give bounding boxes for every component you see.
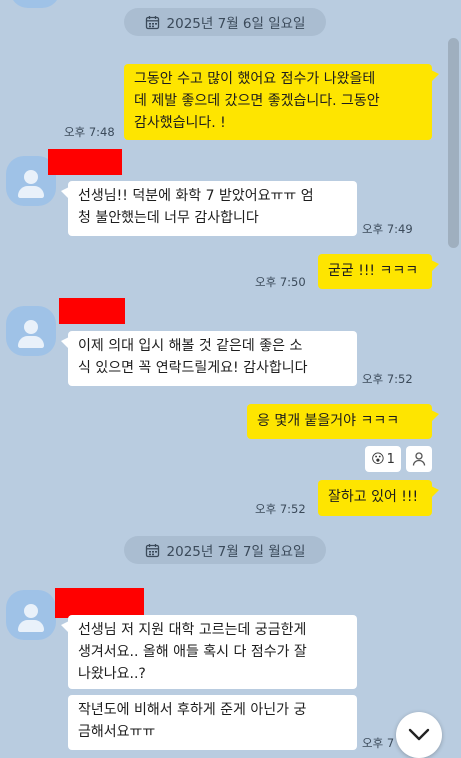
message-time: 오후 7:52 (255, 502, 306, 516)
message-bubble-sent[interactable]: 굳굳 !!! ㅋㅋㅋ (318, 254, 439, 289)
message-bubble-received[interactable]: 이제 의대 입시 해볼 것 같은데 좋은 소 식 있으면 꼭 연락드릴게요! 감… (61, 331, 357, 386)
add-reaction-button[interactable] (406, 446, 432, 472)
message-time: 오후 7:48 (64, 125, 115, 139)
calendar-icon (145, 543, 159, 557)
surprised-emoji-icon: 😮 (371, 451, 385, 467)
date-label: 2025년 7월 7일 월요일 (166, 544, 306, 560)
reaction-badge[interactable]: 😮 1 (365, 446, 401, 472)
date-label: 2025년 7월 6일 일요일 (166, 16, 306, 32)
message-time: 오후 7:52 (362, 372, 413, 386)
avatar[interactable] (6, 590, 56, 640)
avatar[interactable] (6, 306, 56, 356)
chevron-down-icon (408, 728, 430, 741)
message-bubble-received[interactable]: 선생님 저 지원 대학 고르는데 궁금한게 생겨서요.. 올해 애들 혹시 다 … (61, 615, 357, 689)
date-divider: 2025년 7월 7일 월요일 (124, 536, 326, 564)
calendar-icon (145, 15, 159, 29)
sender-name-redacted (55, 588, 144, 618)
message-bubble-received[interactable]: 선생님!! 덕분에 화학 7 받았어요ㅠㅠ 엄 청 불안했는데 너무 감사합니다 (61, 181, 357, 236)
scroll-to-bottom-button[interactable] (396, 712, 442, 758)
sender-name-redacted (48, 149, 122, 175)
scrollbar-thumb[interactable] (448, 38, 459, 248)
message-bubble-received[interactable]: 작년도에 비해서 후하게 준게 아닌가 궁 금해서요ㅠㅠ (68, 695, 357, 750)
date-divider: 2025년 7월 6일 일요일 (124, 8, 326, 36)
person-icon (412, 452, 426, 466)
message-time: 오후 7:49 (362, 222, 413, 236)
avatar[interactable] (10, 0, 60, 8)
reaction-count: 1 (386, 451, 395, 467)
message-time: 오후 7 (362, 736, 395, 750)
sender-name-redacted (59, 298, 125, 324)
message-bubble-sent[interactable]: 그동안 수고 많이 했어요 점수가 나왔을테 데 제발 좋으데 갔으면 좋겠습니… (124, 64, 439, 140)
message-bubble-sent[interactable]: 응 몇개 붙을거야 ㅋㅋㅋ (247, 404, 439, 439)
message-time: 오후 7:50 (255, 275, 306, 289)
message-bubble-sent[interactable]: 잘하고 있어 !!! (318, 480, 439, 516)
